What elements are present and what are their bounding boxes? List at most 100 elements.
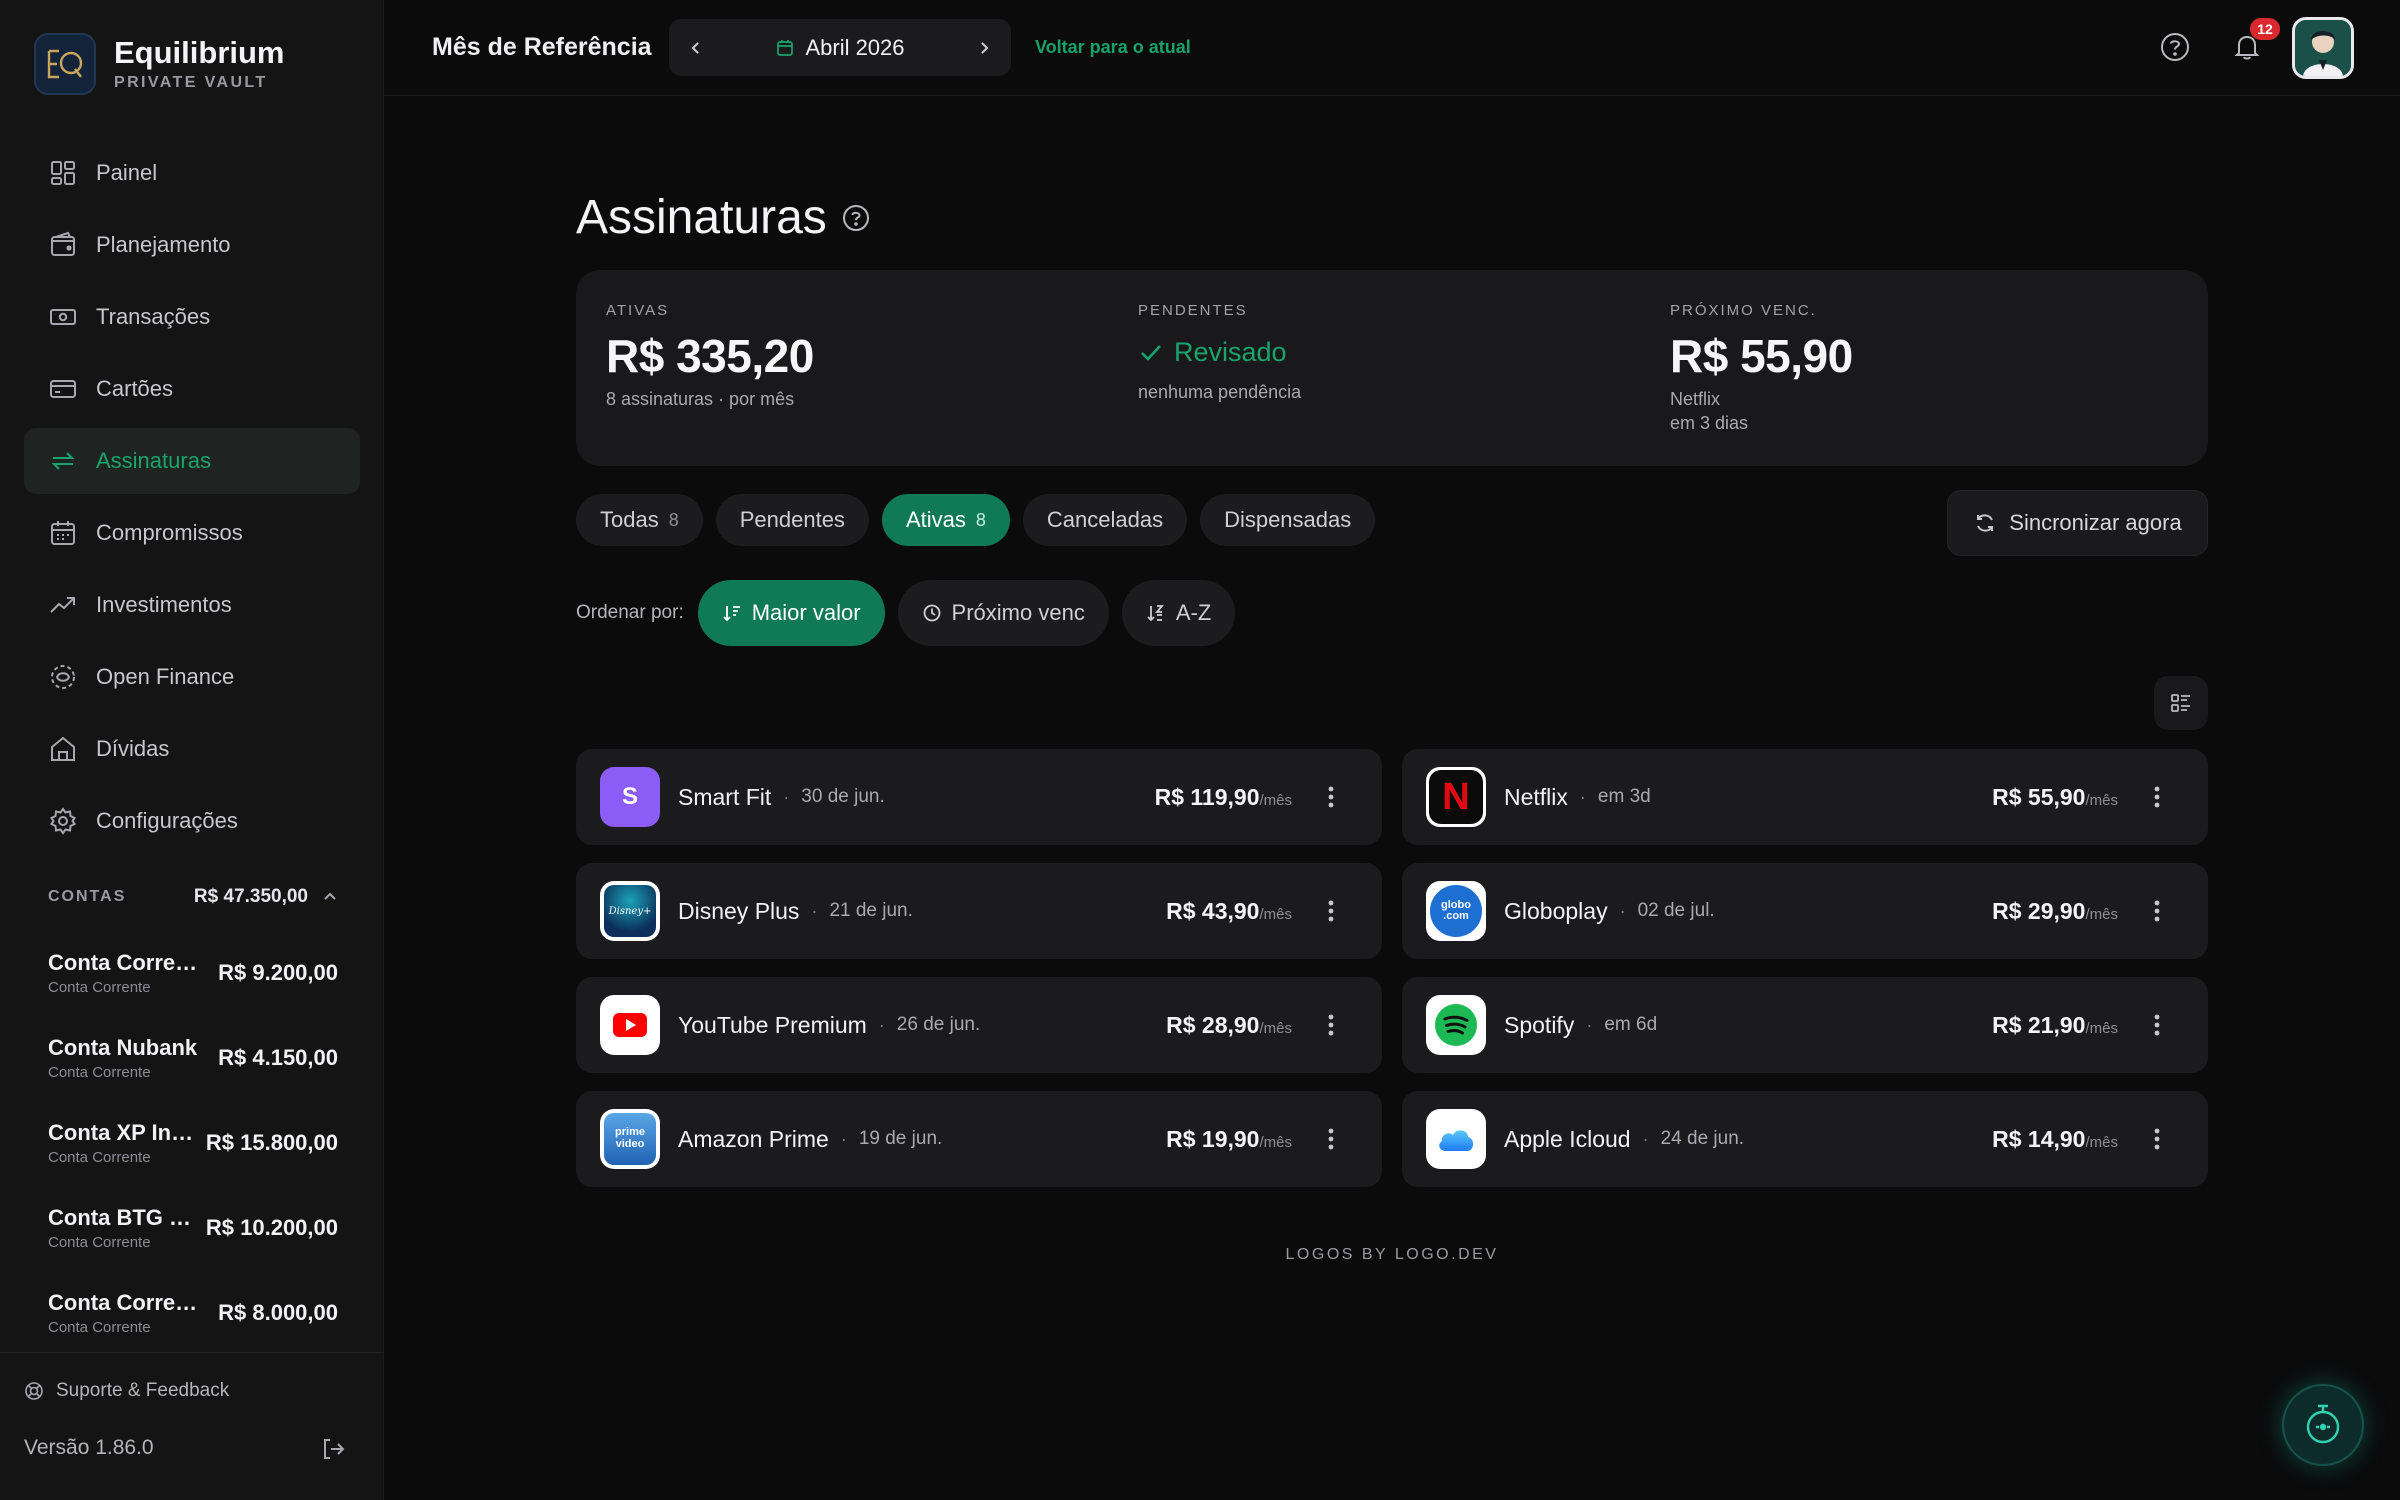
summary-pending-label: PENDENTES	[1138, 302, 1248, 319]
current-month-label: Abril 2026	[805, 34, 905, 60]
more-options-icon[interactable]	[2142, 1124, 2172, 1154]
subscription-price: R$ 28,90/mês	[1166, 1012, 1292, 1039]
accounts-label: CONTAS	[48, 888, 127, 905]
sidebar-item-label: Cartões	[96, 376, 174, 401]
account-balance: R$ 8.000,00	[218, 1299, 338, 1325]
more-options-icon[interactable]	[2142, 1010, 2172, 1040]
filter-tab-ativas[interactable]: Ativas 8	[881, 494, 1010, 546]
filter-tab-dispensadas[interactable]: Dispensadas	[1200, 494, 1376, 546]
subscription-amount: R$ 29,90	[1992, 897, 2086, 924]
sidebar-item-dividas[interactable]: Dívidas	[24, 716, 360, 782]
accounts-header[interactable]: CONTAS R$ 47.350,00	[48, 886, 338, 908]
assistant-target-icon	[2306, 1404, 2340, 1444]
notification-count-badge: 12	[2250, 18, 2280, 40]
chevron-left-icon	[691, 41, 699, 54]
more-options-icon[interactable]	[1316, 782, 1346, 812]
subscription-card[interactable]: Apple Icloud · 24 de jun. R$ 14,90/mês	[1402, 1091, 2208, 1187]
sidebar-item-compromissos[interactable]: Compromissos	[24, 500, 360, 566]
summary-next-when: em 3 dias	[1670, 413, 1749, 434]
support-label: Suporte & Feedback	[56, 1380, 230, 1401]
sort-az-icon	[1146, 603, 1166, 623]
subscription-period: /mês	[1259, 791, 1292, 809]
previous-month-button[interactable]	[669, 19, 723, 76]
subscription-card[interactable]: prime video Amazon Prime · 19 de jun. R$ 19,…	[576, 1091, 1382, 1187]
filter-tab-canceladas[interactable]: Canceladas	[1022, 494, 1188, 546]
icloud-logo	[1426, 1109, 1486, 1169]
account-item[interactable]: Conta XP Inv... Conta Corrente R$ 15.800,0…	[48, 1100, 338, 1185]
more-options-icon[interactable]	[2142, 896, 2172, 926]
sync-now-button[interactable]: Sincronizar agora	[1947, 490, 2208, 556]
next-month-button[interactable]	[957, 19, 1011, 76]
subscription-due: 02 de jul.	[1637, 900, 1715, 921]
more-options-icon[interactable]	[2142, 782, 2172, 812]
subscription-period: /mês	[2085, 791, 2118, 809]
subscription-due: 30 de jun.	[801, 786, 885, 807]
filter-tab-todas[interactable]: Todas 8	[576, 494, 703, 546]
subscription-price: R$ 43,90/mês	[1166, 898, 1292, 925]
more-options-icon[interactable]	[1316, 1010, 1346, 1040]
filter-tab-label: Pendentes	[739, 507, 845, 532]
brand-logo-icon	[34, 33, 96, 95]
account-item[interactable]: Conta Corrente ... Conta Corrente R$ 8.000…	[48, 1270, 338, 1355]
subscription-card[interactable]: YouTube Premium · 26 de jun. R$ 28,90/mês	[576, 977, 1382, 1073]
view-mode-toggle[interactable]	[2154, 676, 2208, 730]
sort-option-button[interactable]: Maior valor	[697, 580, 885, 646]
summary-active-label: ATIVAS	[606, 302, 670, 319]
separator-dot: ·	[1619, 900, 1626, 921]
subscription-due: 21 de jun.	[829, 900, 913, 921]
subscription-card[interactable]: S Smart Fit · 30 de jun. R$ 119,90/mês	[576, 749, 1382, 845]
help-icon[interactable]	[2158, 30, 2192, 64]
chevron-up-icon[interactable]	[322, 889, 338, 905]
subscription-due: 26 de jun.	[896, 1014, 981, 1035]
subscription-card[interactable]: Disney+ Disney Plus · 21 de jun. R$ 43,90/mê…	[576, 863, 1382, 959]
accounts-total: R$ 47.350,00	[193, 886, 308, 907]
account-type: Conta Corrente	[48, 1063, 151, 1081]
subscription-card[interactable]: Spotify · em 6d R$ 21,90/mês	[1402, 977, 2208, 1073]
sidebar-item-assinaturas[interactable]: Assinaturas	[24, 428, 360, 494]
account-item[interactable]: Conta Corrente ... Conta Corrente R$ 9.200…	[48, 930, 338, 1015]
sidebar-item-painel[interactable]: Painel	[24, 140, 360, 206]
subscription-price: R$ 21,90/mês	[1992, 1012, 2118, 1039]
user-avatar[interactable]	[2292, 17, 2354, 79]
help-icon[interactable]	[841, 203, 871, 233]
logout-icon[interactable]	[318, 1434, 348, 1464]
subscription-card[interactable]: globo .com Globoplay · 02 de jul. R$ 29,90/m…	[1402, 863, 2208, 959]
sidebar-item-cartoes[interactable]: Cartões	[24, 356, 360, 422]
netflix-logo: N	[1426, 767, 1486, 827]
account-name: Conta Corrente ...	[48, 1289, 198, 1315]
sort-option-button[interactable]: A-Z	[1121, 580, 1236, 646]
account-item[interactable]: Conta Nubank Conta Corrente R$ 4.150,00	[48, 1015, 338, 1100]
support-feedback-link[interactable]: Suporte & Feedback	[24, 1380, 229, 1402]
account-name: Conta XP Inv...	[48, 1119, 198, 1145]
separator-dot: ·	[1579, 786, 1586, 807]
subscription-price: R$ 14,90/mês	[1992, 1126, 2118, 1153]
open-finance-icon	[48, 662, 78, 692]
account-name: Conta BTG Pa...	[48, 1204, 198, 1230]
status-filter-tabs: Todas 8 Pendentes Ativas 8 Canceladas Dispensa…	[576, 494, 1388, 546]
sort-option-button[interactable]: Próximo venc	[897, 580, 1109, 646]
filter-tab-label: Ativas	[905, 507, 966, 532]
brand[interactable]: Equilibrium PRIVATE VAULT	[34, 33, 285, 95]
sidebar-item-transacoes[interactable]: Transações	[24, 284, 360, 350]
grid-icon	[48, 158, 78, 188]
brand-name: Equilibrium	[114, 34, 285, 70]
summary-active-value: R$ 335,20	[606, 330, 814, 382]
more-options-icon[interactable]	[1316, 896, 1346, 926]
separator-dot: ·	[1642, 1128, 1649, 1149]
subscription-card[interactable]: N Netflix · em 3d R$ 55,90/mês	[1402, 749, 2208, 845]
more-options-icon[interactable]	[1316, 1124, 1346, 1154]
subscription-price: R$ 119,90/mês	[1155, 784, 1292, 811]
current-month[interactable]: Abril 2026	[723, 35, 957, 61]
sidebar-item-investimentos[interactable]: Investimentos	[24, 572, 360, 638]
account-item[interactable]: Conta BTG Pa... Conta Corrente R$ 10.200,0…	[48, 1185, 338, 1270]
sidebar-item-planejamento[interactable]: Planejamento	[24, 212, 360, 278]
subscription-due: em 3d	[1597, 786, 1651, 807]
filter-tab-pendentes[interactable]: Pendentes	[715, 494, 869, 546]
summary-pending: PENDENTES Revisado nenhuma pendência	[1138, 302, 1301, 404]
back-to-current-link[interactable]: Voltar para o atual	[1035, 37, 1191, 58]
assistant-fab-button[interactable]	[2282, 1384, 2364, 1466]
sidebar-item-open-finance[interactable]: Open Finance	[24, 644, 360, 710]
sidebar-item-configuracoes[interactable]: Configurações	[24, 788, 360, 854]
account-balance: R$ 15.800,00	[205, 1129, 338, 1155]
summary-pending-sub: nenhuma pendência	[1138, 382, 1302, 402]
